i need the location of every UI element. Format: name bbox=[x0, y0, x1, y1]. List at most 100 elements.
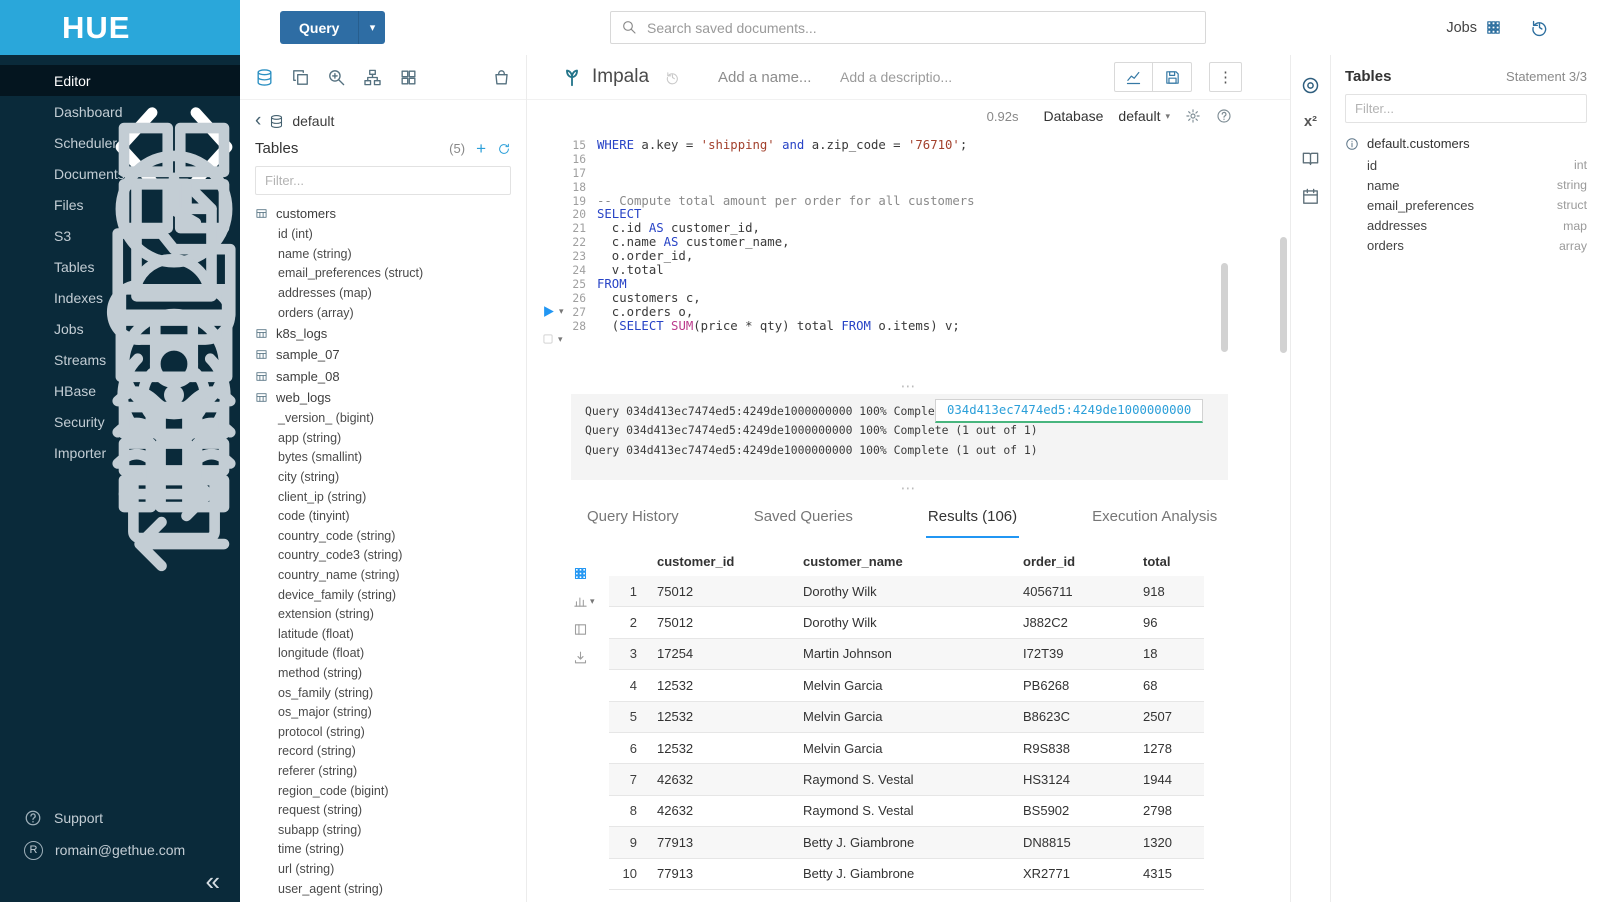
support-link[interactable]: Support bbox=[0, 802, 240, 834]
result-row[interactable]: 4 12532 Melvin Garcia PB6268 68 bbox=[609, 670, 1204, 701]
column-list-item[interactable]: latitude (float) bbox=[240, 624, 526, 644]
line-number: 25 bbox=[571, 278, 597, 292]
columns-view-icon bbox=[573, 622, 588, 637]
code-token: SUM bbox=[671, 319, 693, 333]
save-button[interactable] bbox=[1153, 62, 1192, 92]
database-selector[interactable]: default ▾ bbox=[1118, 108, 1170, 124]
result-row[interactable]: 10 77913 Betty J. Giambrone XR2771 4315 bbox=[609, 859, 1204, 890]
more-actions-button[interactable]: ⋮ bbox=[1209, 62, 1242, 92]
result-row[interactable]: 5 12532 Melvin Garcia B8623C 2507 bbox=[609, 702, 1204, 733]
chart-view-button[interactable]: ▾ bbox=[573, 594, 609, 609]
code-token: FROM bbox=[597, 277, 627, 291]
column-header[interactable]: customer_name bbox=[803, 554, 1023, 569]
refresh-tables-icon[interactable] bbox=[497, 142, 511, 156]
assist-table-row[interactable]: default.customers bbox=[1345, 136, 1587, 151]
result-row[interactable]: 6 12532 Melvin Garcia R9S838 1278 bbox=[609, 733, 1204, 764]
sitemap-icon[interactable] bbox=[363, 68, 382, 87]
sidebar-item[interactable]: Editor bbox=[0, 65, 240, 96]
main-scrollbar[interactable] bbox=[1280, 237, 1287, 353]
history-icon[interactable] bbox=[1530, 18, 1549, 37]
database-label: Database bbox=[1043, 108, 1103, 124]
result-row[interactable]: 3 17254 Martin Johnson I72T39 18 bbox=[609, 639, 1204, 670]
format-button[interactable] bbox=[541, 332, 555, 346]
result-row[interactable]: 2 75012 Dorothy Wilk J882C2 96 bbox=[609, 607, 1204, 638]
download-results-button[interactable] bbox=[573, 650, 609, 665]
code-token: a.zip_code = bbox=[804, 138, 908, 152]
sidebar-item-label: Security bbox=[54, 414, 105, 430]
column-list-item[interactable]: referer (string) bbox=[240, 761, 526, 781]
collapse-sidebar-button[interactable]: « bbox=[0, 866, 240, 894]
query-history-icon[interactable] bbox=[665, 70, 680, 85]
cell-order-id: I72T39 bbox=[1023, 646, 1143, 661]
column-list-item[interactable]: user_agent (string) bbox=[240, 879, 526, 899]
column-list-item[interactable]: longitude (float) bbox=[240, 644, 526, 664]
result-row[interactable]: 1 75012 Dorothy Wilk 4056711 918 bbox=[609, 576, 1204, 607]
search-input[interactable] bbox=[610, 11, 1206, 44]
avatar: R bbox=[24, 841, 43, 860]
functions-icon[interactable]: x² bbox=[1304, 115, 1317, 130]
assist-column-row[interactable]: orders array bbox=[1345, 236, 1587, 256]
code-lines[interactable]: 15 WHERE a.key = 'shipping' and a.zip_co… bbox=[571, 132, 1290, 382]
column-list-item[interactable]: subapp (string) bbox=[240, 820, 526, 840]
language-reference-icon[interactable] bbox=[1301, 149, 1320, 168]
cell-customer-id: 12532 bbox=[657, 709, 803, 724]
resize-handle[interactable]: ⋯ bbox=[527, 382, 1290, 392]
code-token: o.order_id, bbox=[597, 249, 693, 263]
assist-column-type: array bbox=[1559, 239, 1587, 253]
assist-filter-input[interactable] bbox=[1345, 94, 1587, 123]
grid-view-button[interactable] bbox=[573, 566, 609, 581]
column-list-item[interactable]: record (string) bbox=[240, 742, 526, 762]
collections-bag-icon[interactable] bbox=[492, 68, 511, 87]
column-list-item[interactable]: request (string) bbox=[240, 800, 526, 820]
query-description-input[interactable] bbox=[840, 69, 962, 85]
result-tab[interactable]: Execution Analysis bbox=[1090, 508, 1219, 538]
column-list-item[interactable]: time (string) bbox=[240, 840, 526, 860]
query-name-input[interactable] bbox=[718, 69, 826, 86]
user-menu[interactable]: R romain@gethue.com bbox=[0, 834, 240, 866]
column-list-item[interactable]: method (string) bbox=[240, 663, 526, 683]
execute-play-button[interactable] bbox=[541, 304, 556, 319]
column-header[interactable]: order_id bbox=[1023, 554, 1143, 569]
query-id-link[interactable]: 034d413ec7474ed5:4249de1000000000 bbox=[935, 399, 1203, 423]
column-header[interactable]: total bbox=[1143, 554, 1204, 569]
hue-logo[interactable]: HUE bbox=[0, 0, 240, 55]
column-header[interactable]: customer_id bbox=[657, 554, 803, 569]
result-row[interactable]: 8 42632 Raymond S. Vestal BS5902 2798 bbox=[609, 796, 1204, 827]
jobs-link[interactable]: Jobs bbox=[1446, 19, 1502, 36]
column-list-item[interactable]: protocol (string) bbox=[240, 722, 526, 742]
settings-gear-icon[interactable] bbox=[1185, 108, 1201, 124]
columns-view-button[interactable] bbox=[573, 622, 609, 637]
result-row[interactable]: 9 77913 Betty J. Giambrone DN8815 1320 bbox=[609, 827, 1204, 858]
column-list-item[interactable]: os_family (string) bbox=[240, 683, 526, 703]
code-line: 20 SELECT bbox=[571, 208, 1290, 222]
query-button[interactable]: Query bbox=[280, 11, 358, 44]
resize-handle[interactable]: ⋯ bbox=[527, 484, 1290, 494]
code-editor[interactable]: ▾ ▾ 15 WHERE a.key = 'shipping' and a.zi… bbox=[527, 132, 1290, 382]
assist-column-row[interactable]: name string bbox=[1345, 175, 1587, 195]
assist-column-row[interactable]: id int bbox=[1345, 155, 1587, 175]
editor-scrollbar[interactable] bbox=[1221, 263, 1228, 352]
column-list-item[interactable]: extension (string) bbox=[240, 604, 526, 624]
chart-button[interactable] bbox=[1114, 62, 1153, 92]
cell-order-id: J882C2 bbox=[1023, 615, 1143, 630]
result-row[interactable]: 7 42632 Raymond S. Vestal HS3124 1944 bbox=[609, 764, 1204, 795]
assist-column-row[interactable]: addresses map bbox=[1345, 216, 1587, 236]
editor-assistant-icon[interactable] bbox=[1300, 75, 1321, 96]
result-tab[interactable]: Query History bbox=[585, 508, 681, 538]
help-question-icon[interactable] bbox=[1216, 108, 1232, 124]
schedule-icon[interactable] bbox=[1301, 187, 1320, 206]
execute-options-caret[interactable]: ▾ bbox=[559, 306, 564, 317]
assist-column-row[interactable]: email_preferences struct bbox=[1345, 195, 1587, 215]
query-dropdown-caret[interactable]: ▾ bbox=[358, 11, 385, 44]
result-tab[interactable]: Results (106) bbox=[926, 508, 1019, 538]
code-token: c.id bbox=[597, 221, 649, 235]
engine-name: Impala bbox=[592, 66, 649, 88]
apps-grid-icon[interactable] bbox=[399, 68, 418, 87]
result-tab[interactable]: Saved Queries bbox=[752, 508, 855, 538]
column-list-item[interactable]: region_code (bigint) bbox=[240, 781, 526, 801]
format-options-caret[interactable]: ▾ bbox=[558, 334, 563, 345]
zoom-in-icon[interactable] bbox=[327, 68, 346, 87]
add-table-button[interactable]: + bbox=[476, 141, 486, 156]
column-list-item[interactable]: url (string) bbox=[240, 859, 526, 879]
column-list-item[interactable]: os_major (string) bbox=[240, 702, 526, 722]
